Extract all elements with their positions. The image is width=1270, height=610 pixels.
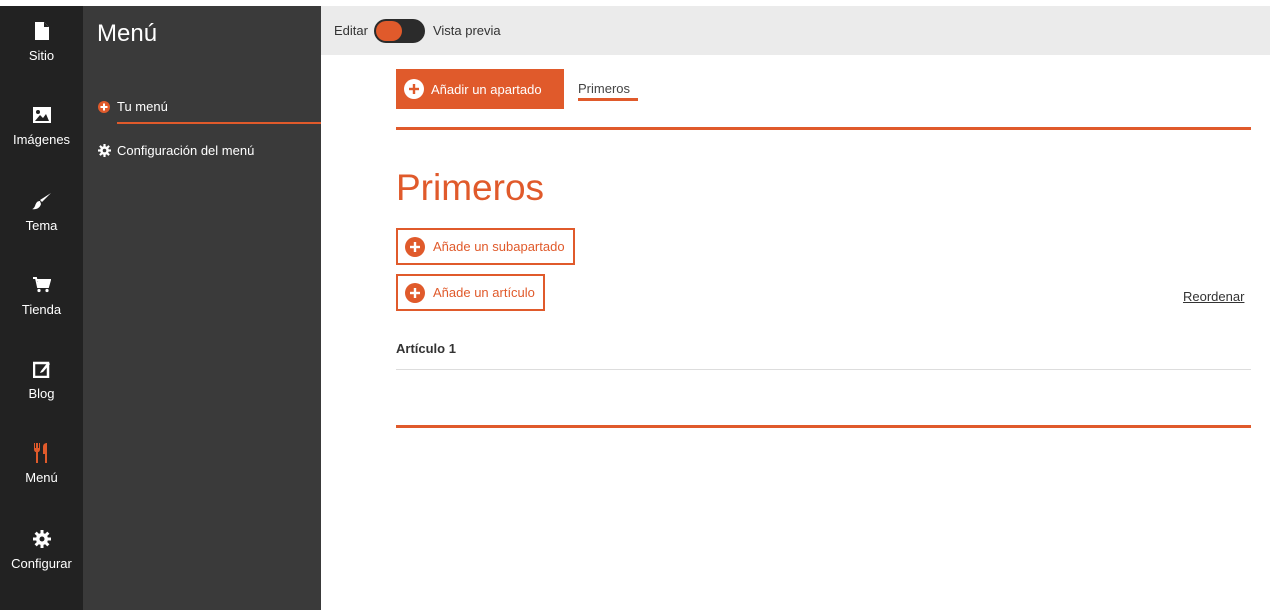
panel-item-tu-menu[interactable]: Tu menú <box>97 99 168 114</box>
cart-icon <box>31 274 53 296</box>
edit-preview-toggle[interactable] <box>373 18 425 43</box>
submenu-panel: Menú Tu menú Configuración del menú <box>83 6 321 610</box>
rail-item-configurar[interactable]: Configurar <box>0 528 83 588</box>
image-icon <box>31 104 53 126</box>
add-subsection-button[interactable]: Añade un subapartado <box>396 228 575 265</box>
rail-item-sitio[interactable]: Sitio <box>0 20 83 80</box>
preview-mode-label: Vista previa <box>432 23 501 38</box>
panel-item-label: Configuración del menú <box>117 143 255 158</box>
rail-label: Imágenes <box>12 132 71 147</box>
plus-circle-icon <box>405 282 425 303</box>
utensils-icon <box>31 442 53 464</box>
rail-item-blog[interactable]: Blog <box>0 358 83 418</box>
section-title: Primeros <box>396 167 545 208</box>
active-item-underline <box>117 122 321 124</box>
rail-label: Tienda <box>21 302 62 317</box>
rail-label: Sitio <box>28 48 55 63</box>
edit-icon <box>31 358 53 380</box>
brush-icon <box>31 190 53 212</box>
add-article-button[interactable]: Añade un artículo <box>396 274 545 311</box>
list-item[interactable]: Artículo 1 <box>396 341 456 356</box>
rail-label: Configurar <box>11 556 72 571</box>
rail-label: Blog <box>28 386 55 401</box>
active-tab-underline <box>578 98 638 101</box>
panel-item-configuracion-menu[interactable]: Configuración del menú <box>97 143 254 158</box>
tab-primeros[interactable]: Primeros <box>578 81 630 96</box>
add-section-button[interactable]: Añadir un apartado <box>396 69 564 109</box>
toggle-knob <box>375 20 402 41</box>
plus-circle-icon <box>97 100 111 114</box>
plus-circle-icon <box>405 236 425 257</box>
file-icon <box>31 20 53 42</box>
rail-item-tema[interactable]: Tema <box>0 190 83 250</box>
editor-topbar: Editar Vista previa <box>321 6 1270 55</box>
reorder-link[interactable]: Reordenar <box>1183 289 1244 304</box>
add-section-label: Añadir un apartado <box>431 81 542 97</box>
edit-mode-label: Editar <box>334 23 368 38</box>
plus-circle-icon <box>404 79 424 99</box>
main-content: Añadir un apartado Primeros Primeros Aña… <box>321 55 1270 610</box>
section-bottom-divider <box>396 425 1251 428</box>
add-article-label: Añade un artículo <box>433 285 535 300</box>
add-subsection-label: Añade un subapartado <box>433 239 565 254</box>
rail-item-imagenes[interactable]: Imágenes <box>0 104 83 164</box>
panel-title: Menú <box>97 20 158 47</box>
panel-item-label: Tu menú <box>117 99 168 114</box>
rail-label: Tema <box>25 218 58 233</box>
gear-icon <box>97 144 111 158</box>
rail-item-menu[interactable]: Menú <box>0 442 83 502</box>
section-top-divider <box>396 127 1251 130</box>
article-divider <box>396 369 1251 370</box>
main-navigation-rail: Sitio Imágenes Tema Tienda Blog Menú Con… <box>0 6 83 610</box>
rail-label: Menú <box>25 470 58 485</box>
rail-item-tienda[interactable]: Tienda <box>0 274 83 334</box>
gear-icon <box>31 528 53 550</box>
